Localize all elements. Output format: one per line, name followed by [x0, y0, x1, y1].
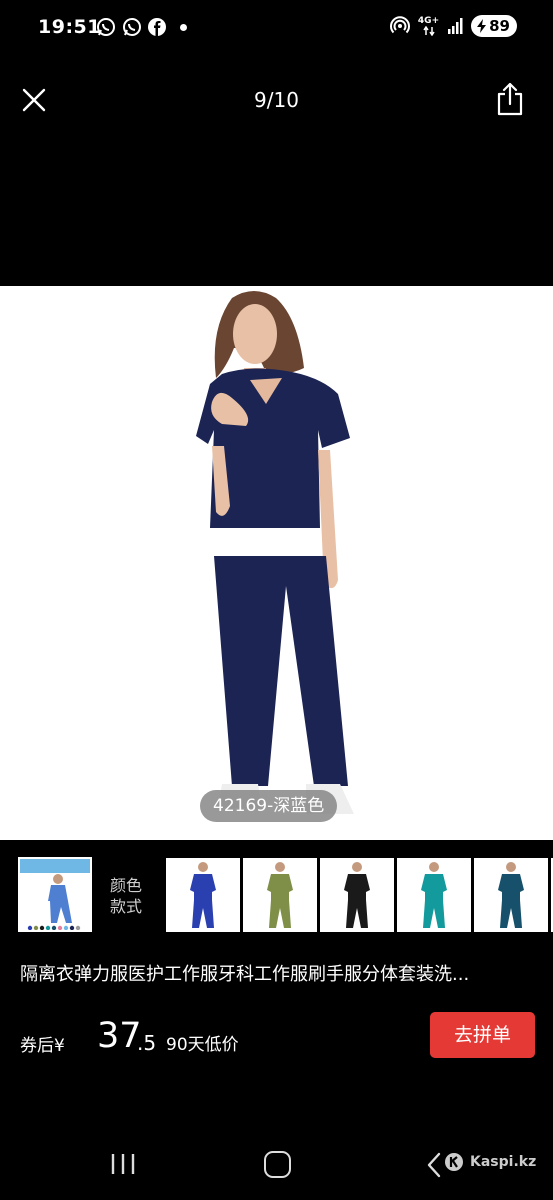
- swatch-figure-illustration: [498, 862, 524, 928]
- product-title: 隔离衣弹力服医护工作服牙科工作服刷手服分体套装洗...: [20, 964, 470, 985]
- watermark: Kaspi.kz: [444, 1152, 536, 1172]
- charging-icon: [477, 19, 487, 33]
- price-note: 90天低价: [166, 1035, 239, 1055]
- whatsapp-icon: [97, 18, 115, 36]
- swatch-figure-illustration: [421, 862, 447, 928]
- status-time: 19:51: [38, 16, 101, 38]
- status-notification-icons: [96, 17, 187, 37]
- variant-swatch-royal-blue[interactable]: [166, 858, 240, 932]
- variant-thumbnail-all-colors[interactable]: [18, 857, 92, 932]
- price-row: 券后¥ 37 .5 90天低价 去拼单: [20, 1012, 535, 1062]
- network-type: 4G+: [417, 15, 440, 26]
- battery-indicator: 89: [471, 15, 517, 37]
- viewer-top-bar: 9/10: [0, 70, 553, 130]
- home-icon[interactable]: [264, 1151, 291, 1178]
- facebook-icon: [148, 18, 166, 36]
- notification-dot-icon: [180, 23, 187, 31]
- status-bar: 19:51 4G+ 89: [0, 0, 553, 56]
- swatch-figure-illustration: [344, 862, 370, 928]
- variant-swatch-teal[interactable]: [397, 858, 471, 932]
- thumbnail-banner: [20, 859, 90, 873]
- group-buy-button[interactable]: 去拼单: [430, 1012, 535, 1058]
- product-image[interactable]: [0, 286, 553, 840]
- watermark-text: Kaspi.kz: [470, 1154, 537, 1170]
- price-decimal: .5: [137, 1031, 157, 1055]
- variant-swatch-black[interactable]: [320, 858, 394, 932]
- variant-swatch-dark-teal[interactable]: [474, 858, 548, 932]
- swatch-figure-illustration: [267, 862, 293, 928]
- variant-swatch-olive-green[interactable]: [243, 858, 317, 932]
- variant-selector: 颜色 款式: [0, 857, 553, 933]
- back-icon[interactable]: [426, 1152, 442, 1178]
- variant-label-color: 颜色: [110, 876, 143, 895]
- whatsapp-icon: [123, 18, 141, 36]
- image-variant-caption: 42169-深蓝色: [200, 790, 338, 822]
- kaspi-logo-icon: [445, 1153, 463, 1171]
- price-prefix: 券后¥: [20, 1036, 65, 1056]
- network-indicator: 4G+: [417, 15, 440, 36]
- model-figure-illustration: [196, 291, 354, 814]
- image-counter: 9/10: [254, 88, 299, 112]
- recents-icon[interactable]: [110, 1152, 136, 1176]
- system-nav-bar: Kaspi.kz: [0, 1140, 553, 1190]
- status-system-icons: 4G+ 89: [389, 15, 517, 37]
- swatch-figure-illustration: [190, 862, 216, 928]
- share-icon[interactable]: [495, 82, 525, 116]
- signal-icon: [448, 18, 463, 34]
- price-integer: 37: [97, 1016, 142, 1056]
- hotspot-icon: [389, 16, 410, 34]
- variant-label-style: 款式: [110, 897, 143, 916]
- battery-level: 89: [489, 17, 510, 35]
- data-arrows-icon: [422, 25, 435, 36]
- variant-label: 颜色 款式: [110, 875, 142, 917]
